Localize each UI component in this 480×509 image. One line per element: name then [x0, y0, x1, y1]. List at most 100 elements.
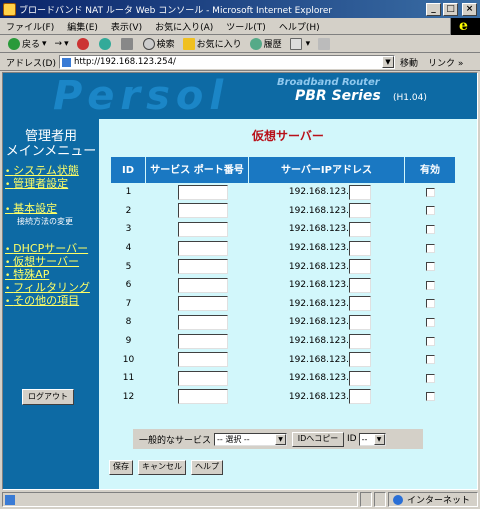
refresh-button[interactable] [98, 37, 113, 50]
go-button[interactable]: 移動 [400, 56, 418, 69]
enabled-checkbox[interactable] [425, 206, 435, 216]
refresh-icon [98, 37, 111, 50]
port-input[interactable] [177, 370, 228, 386]
address-input[interactable]: http://192.168.123.254/ ▼ [58, 55, 395, 69]
service-select-value: -- 選択 -- [217, 434, 250, 444]
enabled-cell [405, 243, 455, 253]
service-select[interactable]: -- 選択 -- ▼ [214, 432, 288, 446]
ip-last-octet-input[interactable] [349, 333, 371, 349]
enabled-checkbox[interactable] [425, 262, 435, 272]
bullet-icon: • [5, 167, 14, 177]
ip-last-octet-input[interactable] [349, 370, 371, 386]
ip-prefix: 192.168.123. [288, 187, 349, 198]
menu-tools[interactable]: ツール(T) [226, 20, 266, 33]
menu-help[interactable]: ヘルプ(H) [279, 20, 320, 33]
enabled-checkbox[interactable] [425, 317, 435, 327]
close-button[interactable]: × [462, 2, 477, 16]
ip-last-octet-input[interactable] [349, 203, 371, 219]
enabled-checkbox[interactable] [425, 299, 435, 309]
enabled-checkbox[interactable] [425, 243, 435, 253]
header-id: ID [111, 157, 146, 183]
sidebar-item-admin-settings[interactable]: • 管理者設定 [5, 178, 79, 191]
copy-to-id-button[interactable]: IDへコピー [292, 431, 345, 447]
ip-prefix: 192.168.123. [288, 336, 349, 347]
status-pane-2 [374, 492, 386, 507]
port-input[interactable] [177, 240, 228, 256]
enabled-checkbox[interactable] [425, 373, 435, 383]
ip-prefix: 192.168.123. [288, 224, 349, 235]
port-input[interactable] [177, 259, 228, 275]
ip-last-octet-input[interactable] [349, 389, 371, 405]
table-row: 2 192.168.123. [111, 202, 455, 221]
stop-button[interactable] [76, 37, 91, 50]
history-button[interactable]: 履歴 [249, 37, 282, 50]
sidebar-item-other[interactable]: • その他の項目 [5, 295, 90, 308]
maximize-button[interactable]: □ [443, 2, 458, 16]
port-input[interactable] [177, 203, 228, 219]
ip-last-octet-input[interactable] [349, 277, 371, 293]
ip-last-octet-input[interactable] [349, 352, 371, 368]
port-input[interactable] [177, 314, 228, 330]
favorites-button[interactable]: お気に入り [182, 37, 242, 50]
home-button[interactable] [120, 37, 135, 50]
sidebar-item-label: システム状態 [13, 164, 79, 177]
sidebar-item-basic-settings[interactable]: • 基本設定 [5, 203, 73, 216]
enabled-checkbox[interactable] [425, 336, 435, 346]
ip-cell: 192.168.123. [249, 259, 405, 275]
enabled-checkbox[interactable] [425, 187, 435, 197]
port-input[interactable] [177, 333, 228, 349]
port-input[interactable] [177, 221, 228, 237]
menu-file[interactable]: ファイル(F) [6, 20, 54, 33]
favorites-label: お気に入り [196, 40, 242, 50]
header-port: サービス ポート番号 [146, 157, 249, 183]
port-input[interactable] [177, 389, 228, 405]
port-input[interactable] [177, 296, 228, 312]
print-button[interactable] [318, 37, 332, 50]
port-input[interactable] [177, 184, 228, 200]
help-button[interactable]: ヘルプ [191, 460, 223, 475]
ip-last-octet-input[interactable] [349, 184, 371, 200]
id-label: ID [347, 434, 357, 444]
enabled-checkbox[interactable] [425, 355, 435, 365]
table-row: 6 192.168.123. [111, 276, 455, 295]
ip-prefix: 192.168.123. [288, 280, 349, 291]
back-button[interactable]: 戻る ▾ [8, 37, 47, 50]
ip-last-octet-input[interactable] [349, 259, 371, 275]
port-input[interactable] [177, 277, 228, 293]
address-dropdown-icon[interactable]: ▼ [381, 56, 394, 68]
enabled-checkbox[interactable] [425, 224, 435, 234]
row-id: 2 [125, 205, 132, 216]
enabled-checkbox[interactable] [425, 392, 435, 402]
cancel-button[interactable]: キャンセル [138, 460, 186, 475]
table-row: 4 192.168.123. [111, 239, 455, 258]
back-dropdown-icon[interactable]: ▾ [42, 39, 47, 49]
ip-cell: 192.168.123. [249, 314, 405, 330]
menu-favorites[interactable]: お気に入り(A) [155, 20, 213, 33]
mail-button[interactable]: ▾ [289, 37, 310, 50]
search-button[interactable]: 検索 [142, 37, 175, 50]
logout-button[interactable]: ログアウト [22, 389, 74, 405]
sidebar-item-connection-method[interactable]: 接続方法の変更 [5, 216, 73, 228]
port-input[interactable] [177, 352, 228, 368]
back-label: 戻る [22, 40, 41, 50]
ip-last-octet-input[interactable] [349, 221, 371, 237]
id-select[interactable]: -- ▼ [358, 432, 386, 446]
ip-last-octet-input[interactable] [349, 240, 371, 256]
bullet-icon: • [5, 258, 14, 268]
banner-series: PBR Series [295, 88, 381, 104]
ie-logo-icon: e [459, 18, 468, 34]
menu-view[interactable]: 表示(V) [111, 20, 142, 33]
forward-button[interactable]: → ▾ [55, 39, 69, 49]
table-row: 8 192.168.123. [111, 313, 455, 332]
minimize-button[interactable]: _ [426, 2, 441, 16]
nav-group-status: • システム状態 • 管理者設定 [5, 165, 79, 191]
ip-last-octet-input[interactable] [349, 314, 371, 330]
links-button[interactable]: リンク » [428, 56, 463, 69]
ip-prefix: 192.168.123. [288, 373, 349, 384]
enabled-checkbox[interactable] [425, 280, 435, 290]
ip-last-octet-input[interactable] [349, 296, 371, 312]
save-button[interactable]: 保存 [109, 460, 133, 475]
sidebar-title-line2: メインメニュー [5, 144, 97, 159]
menu-edit[interactable]: 編集(E) [67, 20, 98, 33]
enabled-cell [405, 299, 455, 309]
